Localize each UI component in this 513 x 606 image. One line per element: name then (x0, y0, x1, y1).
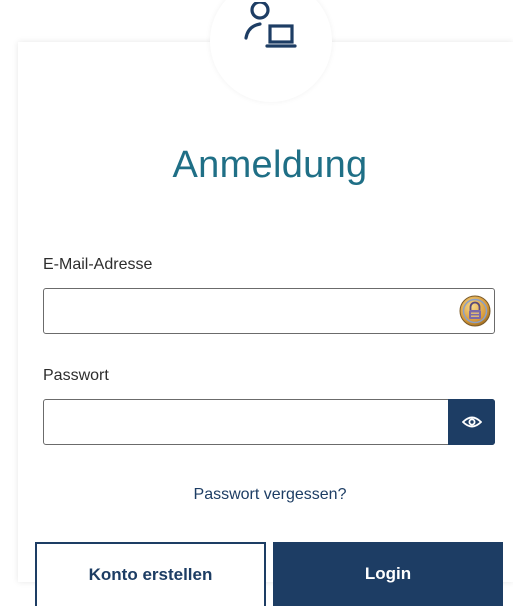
forgot-password-link[interactable]: Passwort vergessen? (0, 486, 513, 504)
login-button[interactable]: Login (273, 542, 503, 606)
padlock-badge-icon[interactable] (459, 295, 491, 327)
password-field[interactable] (43, 399, 495, 445)
email-input[interactable] (44, 289, 444, 333)
show-password-button[interactable] (448, 399, 495, 445)
email-field[interactable] (43, 288, 495, 334)
user-laptop-icon (244, 2, 297, 48)
password-input[interactable] (44, 400, 444, 444)
login-page: Anmeldung E-Mail-Adresse Passwort Passwo… (0, 0, 513, 606)
create-account-button[interactable]: Konto erstellen (35, 542, 266, 606)
eye-icon (461, 416, 482, 428)
password-label: Passwort (43, 367, 109, 384)
email-label: E-Mail-Adresse (43, 256, 153, 273)
page-title: Anmeldung (172, 144, 368, 186)
